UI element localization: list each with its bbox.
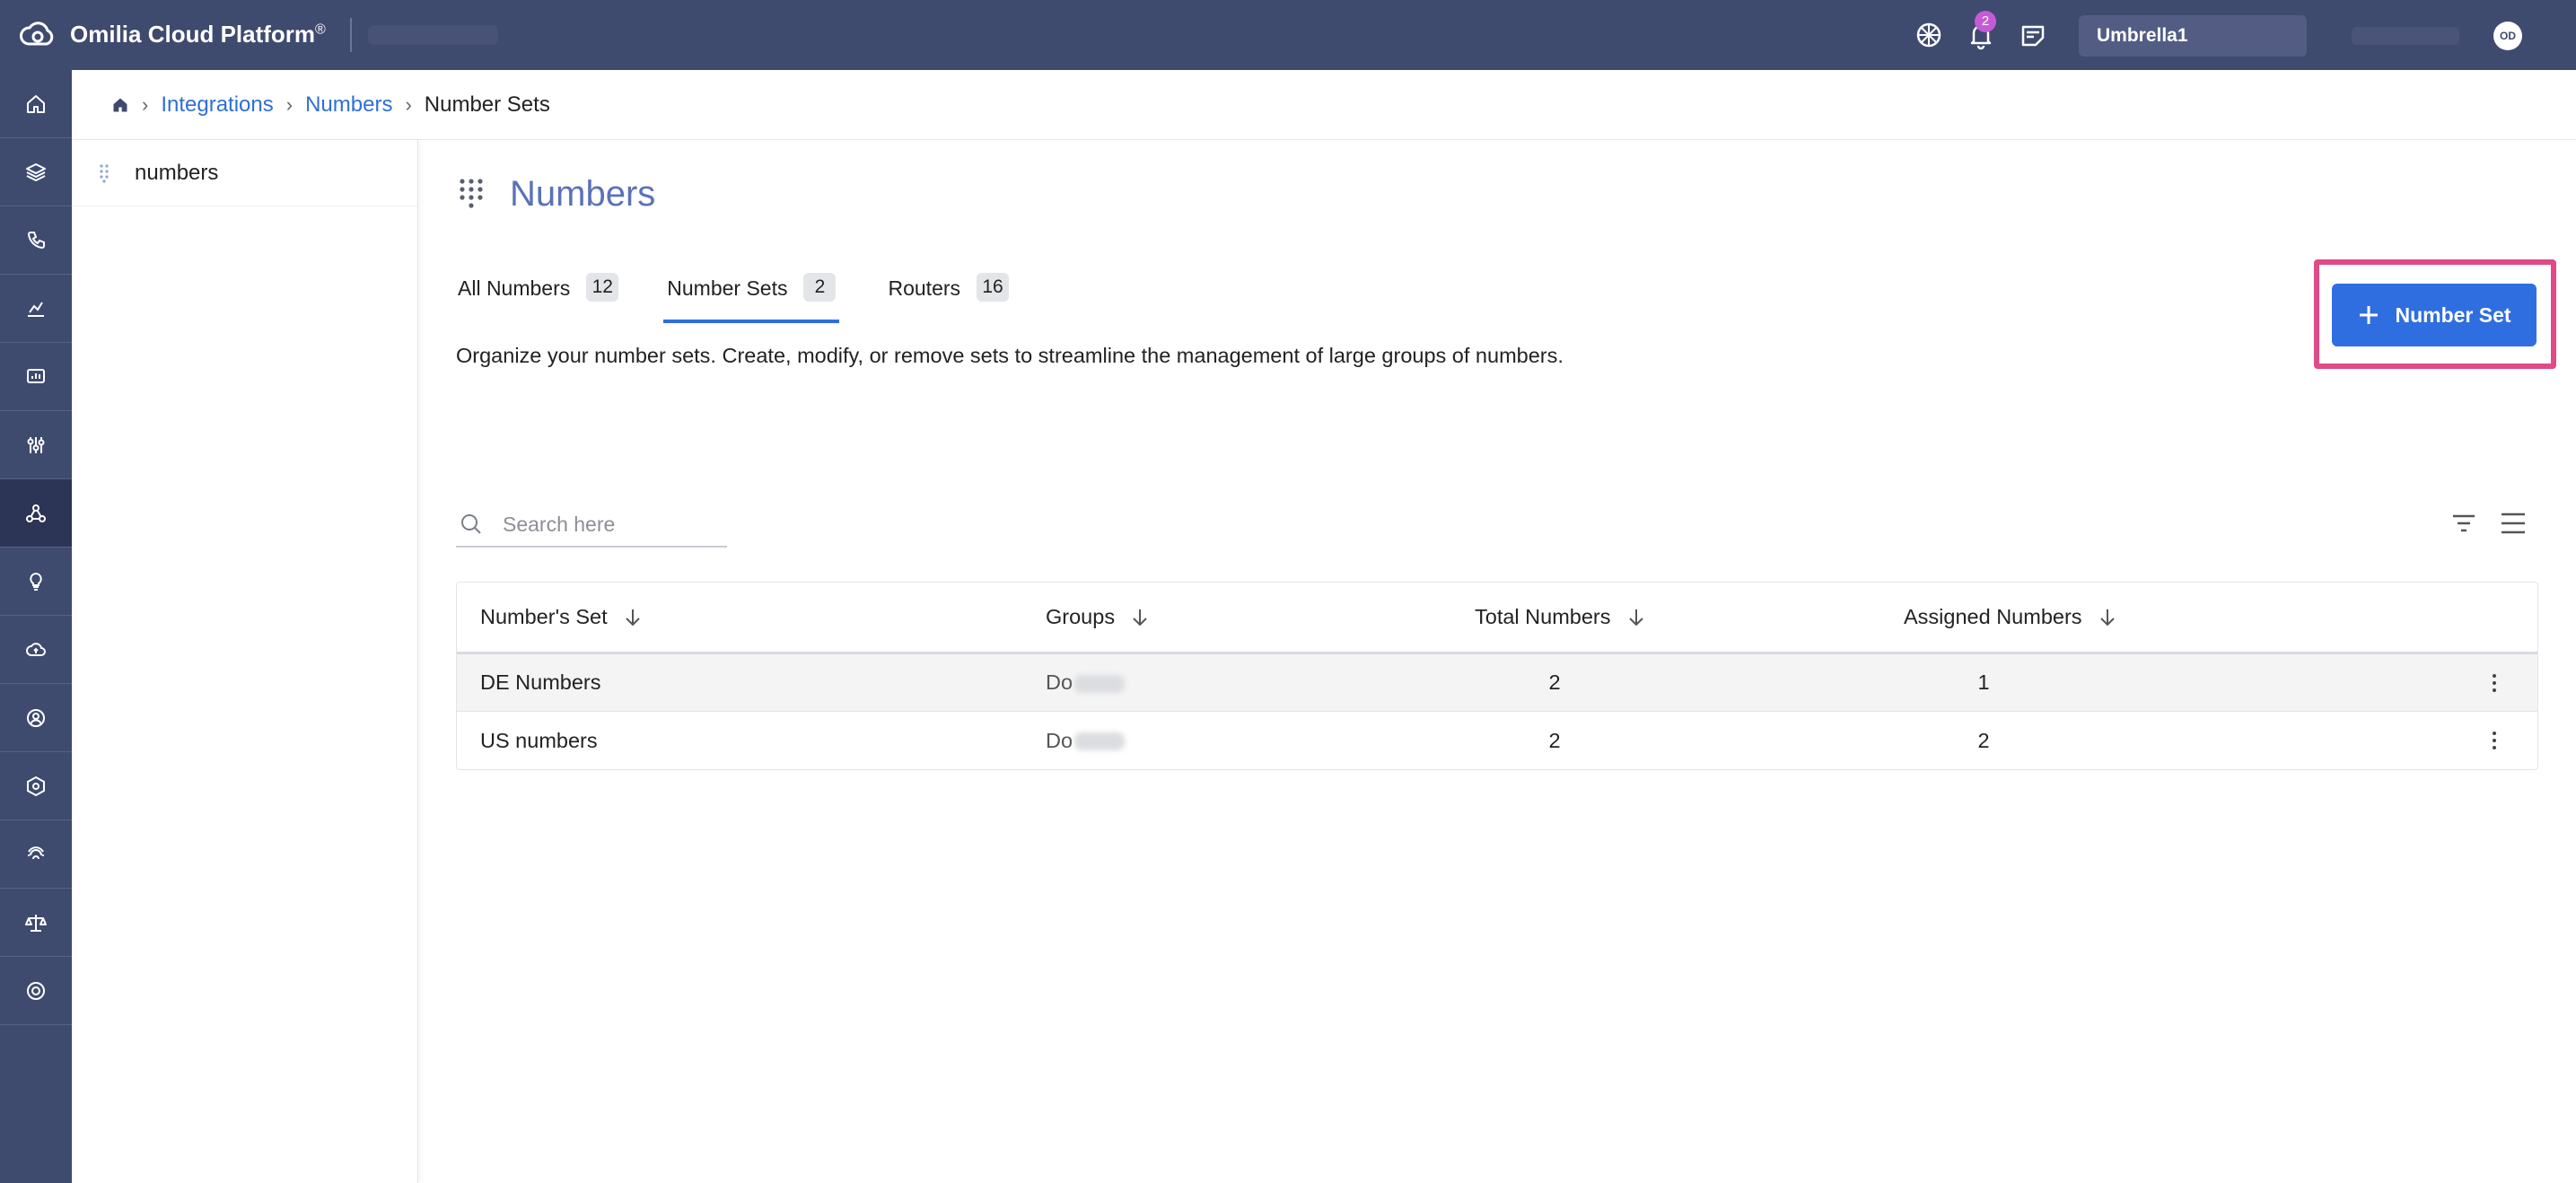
tab-label: Number Sets	[667, 276, 788, 300]
tab-routers[interactable]: Routers 16	[888, 269, 1010, 323]
user-avatar[interactable]: OD	[2493, 22, 2522, 50]
brand-name[interactable]: Omilia Cloud Platform®	[70, 21, 326, 48]
filter-icon[interactable]	[2450, 510, 2477, 537]
top-bar: Omilia Cloud Platform® 2 Umbrella1 OD	[0, 0, 2576, 70]
redacted-text	[1074, 732, 1126, 751]
nav-layers[interactable]	[0, 138, 72, 206]
breadcrumb-separator: ›	[405, 92, 412, 116]
nav-users[interactable]	[0, 684, 72, 752]
hexagon-icon	[27, 776, 45, 796]
breadcrumb: › Integrations › Numbers › Number Sets	[72, 70, 2576, 140]
nav-analytics[interactable]	[0, 275, 72, 343]
nav-global[interactable]	[0, 957, 72, 1025]
breadcrumb-numbers[interactable]: Numbers	[305, 92, 392, 118]
redacted-text	[1074, 674, 1126, 693]
nav-biometrics[interactable]	[0, 820, 72, 889]
nav-voice[interactable]	[0, 206, 72, 275]
search-input[interactable]	[503, 512, 709, 537]
tab-number-sets[interactable]: Number Sets 2	[663, 269, 840, 323]
sort-arrow-icon[interactable]	[1129, 607, 1151, 628]
nav-insights[interactable]	[0, 548, 72, 616]
secondary-sidebar: numbers	[72, 140, 418, 1183]
nav-cloud[interactable]	[0, 616, 72, 684]
kebab-menu-icon	[2493, 732, 2496, 749]
nav-integrations[interactable]	[0, 479, 72, 548]
cloud-logo-icon[interactable]	[18, 17, 57, 53]
main-nav-rail	[0, 70, 72, 1183]
header-groups[interactable]: Groups	[1046, 605, 1151, 629]
tab-all-numbers[interactable]: All Numbers 12	[458, 269, 619, 323]
cell-set-name: DE Numbers	[480, 670, 601, 694]
sidebar-item-numbers[interactable]: numbers	[72, 140, 417, 206]
home-icon	[27, 94, 45, 113]
breadcrumb-integrations[interactable]: Integrations	[161, 92, 273, 118]
phone-icon	[27, 231, 45, 249]
integrations-icon	[26, 504, 46, 522]
analytics-icon	[28, 301, 44, 317]
breadcrumb-separator: ›	[142, 92, 149, 116]
sort-arrow-icon[interactable]	[2097, 607, 2118, 628]
sort-arrow-icon[interactable]	[1625, 607, 1647, 628]
notification-badge: 2	[1975, 11, 1996, 32]
layers-icon	[26, 162, 46, 181]
header-assigned-numbers[interactable]: Assigned Numbers	[1904, 605, 2118, 629]
tab-count-badge: 12	[586, 273, 619, 302]
fingerprint-icon	[28, 846, 44, 859]
column-menu-icon[interactable]	[2499, 510, 2528, 537]
brand-divider	[350, 18, 352, 52]
header-numbers-set[interactable]: Number's Set	[480, 605, 644, 629]
page-title: Numbers	[510, 174, 656, 214]
cell-total: 2	[1548, 670, 1561, 694]
sliders-icon	[27, 436, 45, 453]
table-header: Number's Set Groups Total Numbers Assign…	[457, 583, 2537, 654]
blurred-user-name	[2352, 27, 2459, 45]
notes-icon[interactable]	[2018, 20, 2048, 50]
tab-label: All Numbers	[458, 276, 571, 300]
user-circle-icon	[27, 708, 45, 727]
settings-wheel-icon[interactable]	[1914, 20, 1944, 50]
idea-icon	[30, 572, 42, 591]
breadcrumb-current: Number Sets	[424, 92, 550, 117]
nav-home[interactable]	[0, 70, 72, 138]
sidebar-item-label: numbers	[135, 160, 219, 185]
dashboard-icon	[27, 368, 45, 383]
cell-group: Do	[1046, 670, 1126, 695]
table-row[interactable]: US numbers Do 2 2	[457, 712, 2537, 769]
search-box	[456, 503, 727, 548]
breadcrumb-separator: ›	[285, 92, 294, 116]
kebab-menu-icon	[2493, 673, 2496, 692]
row-actions-button[interactable]	[2476, 730, 2512, 751]
cell-assigned: 2	[1977, 728, 1990, 752]
header-total-numbers[interactable]: Total Numbers	[1475, 605, 1647, 629]
cell-set-name: US numbers	[480, 728, 598, 752]
balance-icon	[25, 914, 47, 932]
nav-compliance[interactable]	[0, 889, 72, 957]
organization-selector[interactable]: Umbrella1	[2079, 15, 2307, 57]
cloud-icon	[26, 642, 46, 656]
cell-group: Do	[1046, 729, 1126, 753]
number-sets-table: Number's Set Groups Total Numbers Assign…	[456, 582, 2538, 770]
plus-icon	[2360, 306, 2379, 324]
cell-assigned: 1	[1977, 670, 1990, 694]
add-number-set-button[interactable]: Number Set	[2332, 284, 2537, 346]
blurred-context	[368, 25, 498, 45]
tab-label: Routers	[888, 276, 961, 300]
tab-count-badge: 2	[803, 273, 837, 302]
tab-bar: All Numbers 12 Number Sets 2 Routers 16	[458, 269, 1057, 323]
cell-total: 2	[1548, 728, 1561, 752]
dialpad-icon	[460, 179, 483, 208]
button-label: Number Set	[2395, 302, 2511, 327]
dot-grid-icon	[100, 163, 109, 183]
tab-count-badge: 16	[977, 273, 1010, 302]
sort-arrow-icon[interactable]	[622, 607, 644, 628]
home-icon[interactable]	[111, 96, 129, 114]
globe-icon	[27, 981, 45, 1000]
nav-security[interactable]	[0, 752, 72, 820]
row-actions-button[interactable]	[2476, 672, 2512, 694]
nav-dashboard[interactable]	[0, 343, 72, 411]
nav-settings[interactable]	[0, 411, 72, 479]
search-icon	[461, 514, 481, 534]
table-row[interactable]: DE Numbers Do 2 1	[457, 654, 2537, 712]
page-description: Organize your number sets. Create, modif…	[456, 344, 1564, 367]
